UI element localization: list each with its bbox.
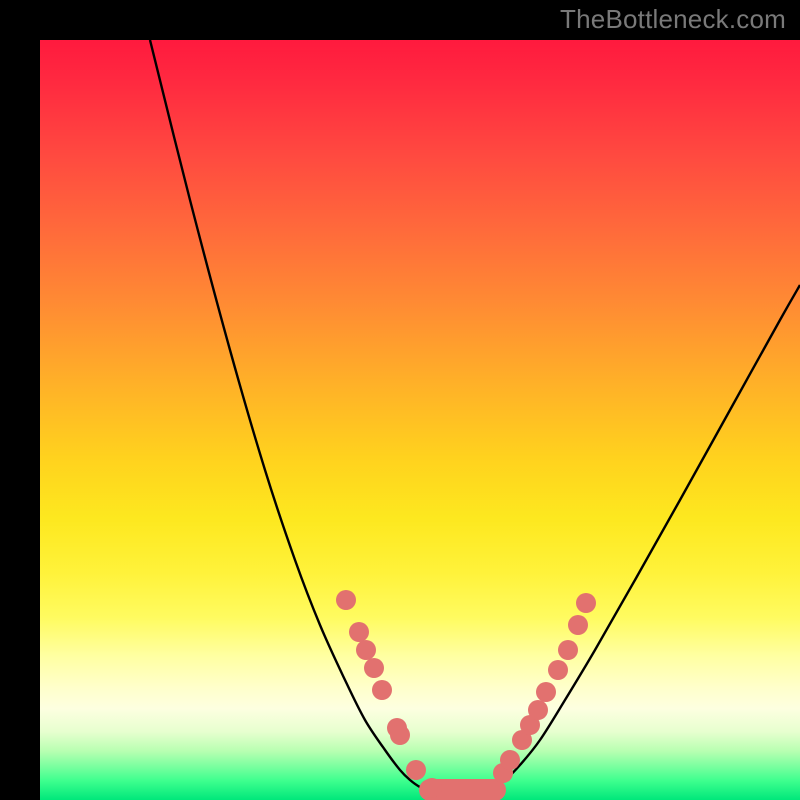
highlight-markers	[336, 590, 596, 798]
highlight-dot	[576, 593, 596, 613]
plot-area	[40, 40, 800, 800]
highlight-dot	[406, 760, 426, 780]
highlight-dot	[500, 750, 520, 770]
highlight-dot	[548, 660, 568, 680]
highlight-dot	[372, 680, 392, 700]
chart-container: TheBottleneck.com	[0, 0, 800, 800]
highlight-dot	[536, 682, 556, 702]
highlight-dot	[349, 622, 369, 642]
highlight-dot	[364, 658, 384, 678]
chart-overlay	[40, 40, 800, 800]
highlight-dot	[528, 700, 548, 720]
highlight-dot	[390, 725, 410, 745]
watermark-text: TheBottleneck.com	[560, 4, 786, 35]
highlight-dot	[568, 615, 588, 635]
highlight-dot	[336, 590, 356, 610]
curve-left	[150, 40, 430, 790]
highlight-dot	[558, 640, 578, 660]
highlight-dot	[356, 640, 376, 660]
highlight-dot	[422, 778, 442, 798]
